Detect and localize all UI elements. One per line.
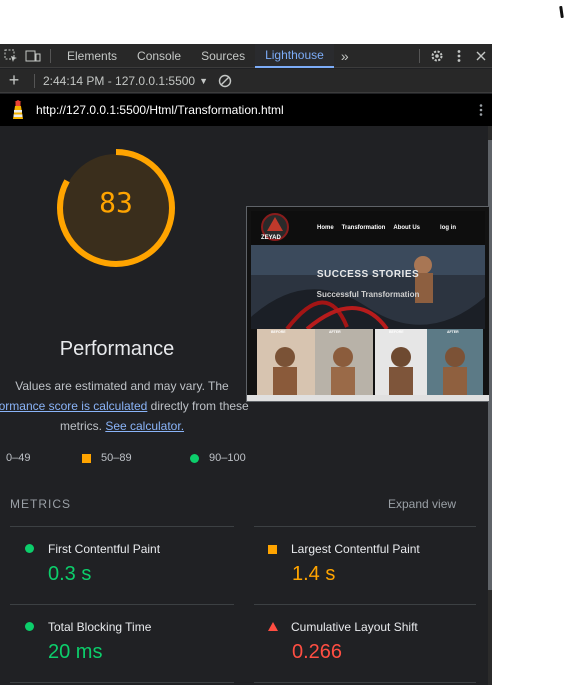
divider	[50, 48, 51, 63]
legend-fail: 0–49	[6, 452, 30, 464]
orange-square-icon	[82, 453, 91, 463]
devtools-tabbar: Elements Console Sources Lighthouse »	[0, 44, 492, 68]
divider	[254, 526, 476, 527]
legend-pass: 90–100	[190, 452, 246, 464]
inspect-element-icon[interactable]	[0, 44, 22, 68]
settings-gear-icon[interactable]	[426, 44, 448, 68]
screenshot-subheadline: Successful Transformation	[316, 290, 420, 299]
pass-circle-icon	[25, 544, 34, 553]
performance-score: 83	[99, 186, 133, 219]
screenshot-brand: ZEYAD	[261, 235, 281, 241]
new-report-plus-icon[interactable]: +	[0, 69, 28, 93]
legend-pass-range: 90–100	[209, 452, 246, 464]
screenshot-nav: Home Transformation About Us log in	[317, 225, 456, 231]
report-selector[interactable]: 2:44:14 PM - 127.0.0.1:5500 ▼	[41, 74, 208, 88]
stray-mark	[559, 5, 564, 19]
divider	[254, 682, 476, 683]
average-square-icon	[268, 545, 277, 554]
note-line-2-rest: directly from these	[147, 399, 249, 413]
metric-lcp-label: Largest Contentful Paint	[291, 542, 420, 556]
more-options-icon[interactable]	[448, 44, 470, 68]
tab-console[interactable]: Console	[127, 44, 191, 68]
more-tabs-icon[interactable]: »	[334, 44, 356, 68]
tile-label-before: BEFORE	[271, 330, 286, 334]
report-time: 2:44:14 PM - 127.0.0.1:5500	[43, 73, 196, 88]
device-toolbar-icon[interactable]	[22, 44, 44, 68]
note-line-1: Values are estimated and may vary. The	[15, 379, 229, 393]
expand-view-button[interactable]: Expand view	[388, 497, 456, 511]
divider	[34, 73, 35, 88]
report-url[interactable]: http://127.0.0.1:5500/Html/Transformatio…	[36, 103, 470, 117]
metrics-heading: METRICS	[10, 497, 71, 511]
metric-tbt-label: Total Blocking Time	[48, 620, 152, 634]
screenshot-image	[247, 207, 489, 401]
lighthouse-icon	[0, 100, 36, 120]
close-icon[interactable]	[470, 44, 492, 68]
dropdown-arrow-icon: ▼	[199, 75, 209, 86]
legend-fail-range: 0–49	[6, 452, 31, 464]
metric-fcp-value: 0.3 s	[48, 563, 92, 585]
tab-sources[interactable]: Sources	[191, 44, 255, 68]
screenshot-nav-login: log in	[440, 225, 457, 231]
score-note: Values are estimated and may vary. The f…	[0, 376, 254, 436]
legend-average: 50–89	[82, 452, 132, 464]
legend-average-range: 50–89	[101, 452, 132, 464]
tab-lighthouse[interactable]: Lighthouse	[255, 44, 334, 68]
screenshot-nav-about: About Us	[393, 225, 421, 231]
note-line-2: formance score is calculated directly fr…	[0, 396, 254, 416]
screenshot-headline: SUCCESS STORIES	[316, 269, 420, 280]
divider	[254, 604, 476, 605]
lighthouse-toolbar: + 2:44:14 PM - 127.0.0.1:5500 ▼	[0, 69, 492, 93]
note-line-3: metrics. See calculator.	[0, 416, 254, 436]
divider	[10, 604, 234, 605]
tile-label-after: AFTER	[329, 330, 341, 334]
metric-tbt-value: 20 ms	[48, 641, 103, 663]
see-calculator-link[interactable]: See calculator.	[105, 419, 184, 433]
pass-circle-icon	[25, 622, 34, 631]
final-screenshot-thumbnail[interactable]: ZEYAD Home Transformation About Us log i…	[246, 206, 490, 402]
performance-title: Performance	[59, 338, 175, 360]
screenshot-nav-transformation: Transformation	[341, 225, 386, 231]
metric-cls-value: 0.266	[292, 641, 343, 663]
green-circle-icon	[190, 453, 199, 463]
divider	[10, 682, 234, 683]
fail-triangle-icon	[268, 622, 278, 631]
metric-lcp-value: 1.4 s	[292, 563, 336, 585]
tile-label-before: BEFORE	[389, 330, 404, 334]
divider	[419, 48, 420, 63]
tile-label-after: AFTER	[447, 330, 459, 334]
score-calculation-link[interactable]: formance score is calculated	[0, 399, 147, 413]
metric-cls-label: Cumulative Layout Shift	[291, 620, 418, 634]
screenshot-nav-home: Home	[317, 225, 334, 231]
clear-reports-icon[interactable]	[214, 69, 236, 93]
url-more-options-icon[interactable]	[470, 103, 492, 117]
note-line-3-text: metrics.	[59, 419, 102, 433]
report-url-bar: http://127.0.0.1:5500/Html/Transformatio…	[0, 94, 492, 126]
divider	[10, 526, 234, 527]
metric-fcp-label: First Contentful Paint	[48, 542, 161, 556]
tab-elements[interactable]: Elements	[57, 44, 127, 68]
